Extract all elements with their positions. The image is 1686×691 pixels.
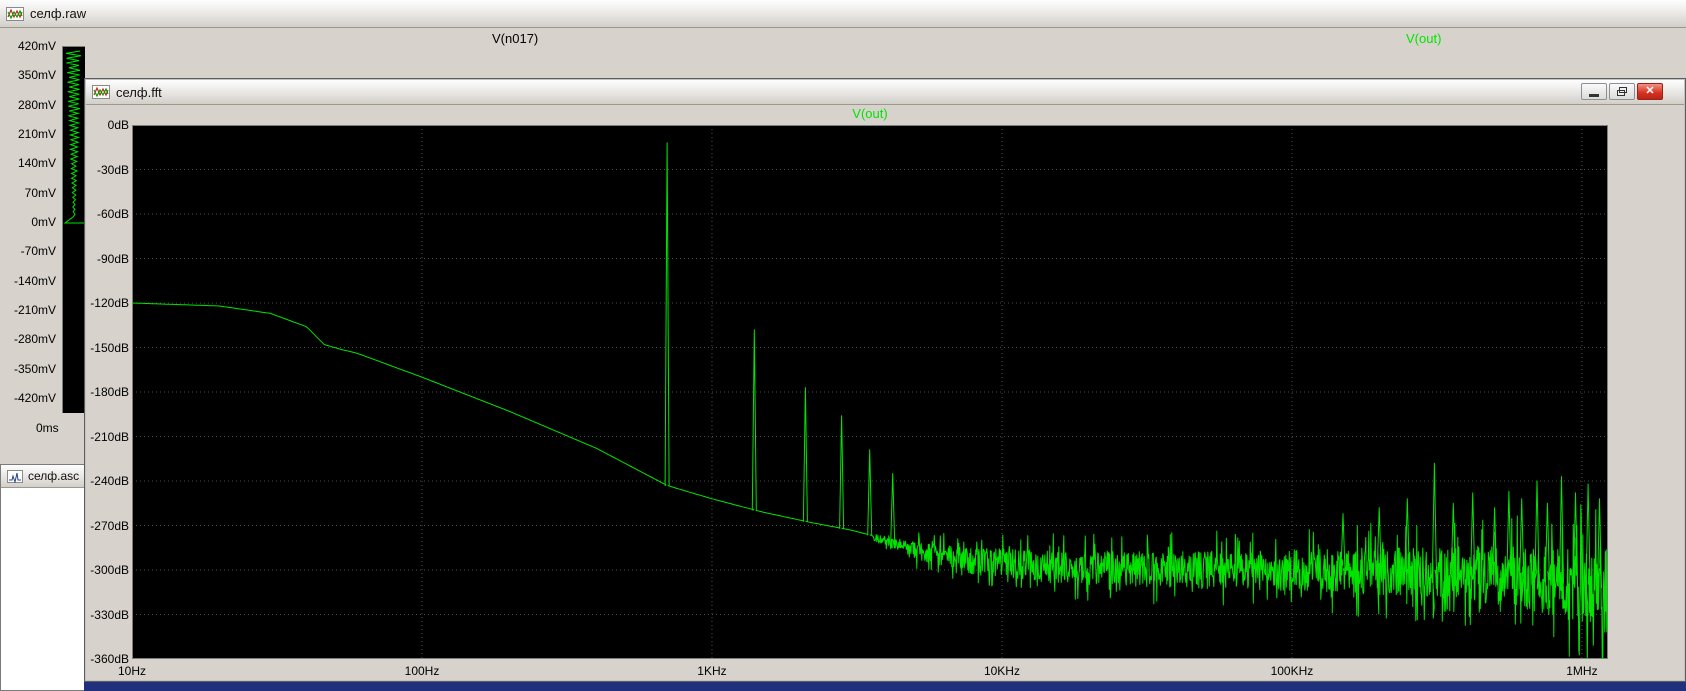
fft-y-tick: -60dB [96,207,129,221]
fft-trace-label[interactable]: V(out) [132,106,1608,121]
main-window-bottom-edge [84,682,1686,691]
raw-y-tick: 350mV [17,68,56,83]
raw-y-tick: 140mV [17,156,56,171]
waveform-icon [92,85,110,99]
schematic-canvas[interactable] [1,488,95,690]
fft-y-tick: -30dB [96,162,129,177]
fft-x-tick: 100Hz [404,664,440,678]
raw-y-tick: -140mV [13,273,56,288]
raw-window-title: селф.raw [30,6,87,21]
fft-y-tick: -90dB [96,251,129,266]
window-fft: селф.fft ✕ V(out) 0dB -30dB -60dB -90dB -120… [84,78,1686,682]
fft-x-tick: 10KHz [983,664,1020,678]
raw-x-tick: 0ms [36,421,59,435]
fft-y-tick: -330dB [90,607,129,622]
waveform-icon [6,6,24,21]
asc-window-title: селф.asc [28,469,80,483]
asc-titlebar[interactable]: селф.asc [1,465,95,488]
fft-y-tick: -270dB [90,518,129,533]
fft-y-tick: -150dB [90,340,129,355]
fft-y-tick: -180dB [90,385,129,399]
fft-plot-pane: V(out) 0dB -30dB -60dB -90dB -120dB -150dB -18… [88,106,1682,678]
raw-y-tick: -280mV [13,332,56,347]
schematic-icon [7,469,23,483]
fft-plot-area[interactable] [131,125,1609,670]
fft-y-tick: 0dB [107,118,129,132]
restore-button[interactable] [1609,83,1635,100]
raw-titlebar[interactable]: селф.raw [0,0,1686,28]
trace-label-vout[interactable]: V(out) [1406,31,1441,46]
fft-y-tick: -210dB [90,429,129,444]
raw-y-tick: 210mV [17,126,56,141]
fft-y-tick: -240dB [90,474,129,488]
fft-x-tick: 1KHz [697,664,727,678]
trace-label-vn017[interactable]: V(n017) [492,31,538,46]
fft-y-tick: -300dB [90,563,129,577]
raw-y-tick: -420mV [13,390,56,405]
raw-y-tick: 280mV [17,97,56,112]
minimize-button[interactable] [1581,83,1607,100]
raw-y-tick: 70mV [24,185,56,200]
window-asc: селф.asc [0,464,96,691]
fft-x-tick: 1MHz [1566,664,1598,678]
fft-x-tick: 100KHz [1270,664,1314,678]
raw-y-tick: -70mV [20,244,56,259]
window-controls: ✕ [1581,83,1663,100]
ltspice-desktop: селф.raw V(n017) V(out) 420mV 350mV 280mV 2… [0,0,1686,691]
raw-y-tick: 0mV [31,214,56,229]
close-button[interactable]: ✕ [1637,83,1663,100]
raw-y-tick: -350mV [13,361,56,376]
fft-x-tick: 10Hz [117,664,146,678]
fft-window-title: селф.fft [116,84,162,100]
restore-icon [1617,87,1627,96]
minimize-icon [1589,94,1599,97]
close-icon: ✕ [1645,85,1655,97]
fft-y-tick: -120dB [90,296,129,310]
fft-titlebar[interactable]: селф.fft ✕ [86,80,1684,105]
raw-y-tick: 420mV [17,39,56,53]
raw-plot-area[interactable] [62,46,85,413]
raw-y-tick: -210mV [13,302,56,317]
